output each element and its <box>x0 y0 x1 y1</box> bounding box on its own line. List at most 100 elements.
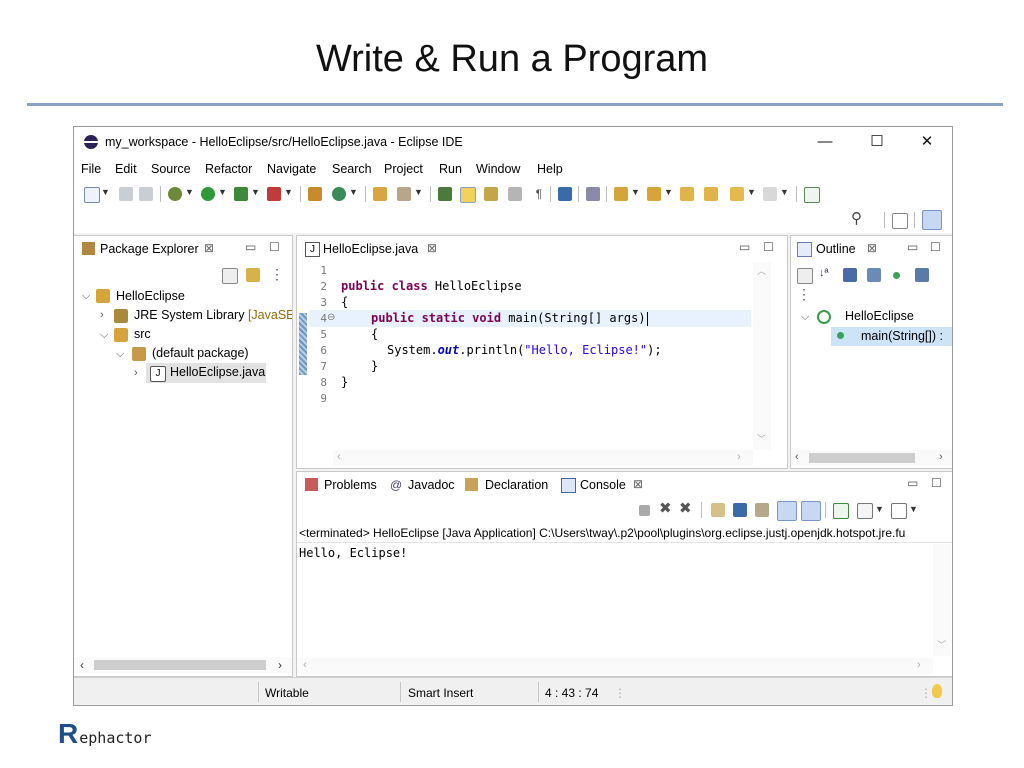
editor-tab[interactable]: HelloEclipse.java <box>323 242 418 256</box>
console-output[interactable]: Hello, Eclipse! <box>299 546 407 560</box>
link-with-editor-icon[interactable] <box>246 268 260 282</box>
display-console-icon[interactable] <box>857 503 873 519</box>
coverage-icon[interactable] <box>234 187 248 201</box>
maximize-button[interactable]: ☐ <box>862 132 892 152</box>
clear-console-icon[interactable] <box>711 503 725 517</box>
maximize-view-icon[interactable]: ☐ <box>930 240 941 254</box>
scroll-right-icon[interactable]: › <box>737 451 741 463</box>
menu-navigate[interactable]: Navigate <box>267 162 316 176</box>
next-annotation-dropdown-icon[interactable]: ▼ <box>631 187 640 197</box>
scroll-right-icon[interactable]: › <box>939 451 943 463</box>
horizontal-scrollbar[interactable]: ‹ › <box>791 450 952 466</box>
word-wrap-icon[interactable] <box>508 187 522 201</box>
close-icon[interactable]: ⊠ <box>633 477 643 491</box>
tree-project[interactable]: HelloEclipse <box>116 289 185 303</box>
minimize-view-icon[interactable]: ▭ <box>739 240 750 254</box>
open-type-icon[interactable] <box>373 187 387 201</box>
toggle-breadcrumb-icon[interactable] <box>558 187 572 201</box>
scroll-up-icon[interactable]: ︿ <box>757 264 766 277</box>
code-line-8[interactable]: } <box>341 375 348 389</box>
minimize-button[interactable]: — <box>810 132 840 152</box>
collapse-all-icon[interactable] <box>797 268 813 284</box>
vertical-scrollbar[interactable]: ﹀ <box>933 544 951 656</box>
previous-annotation-dropdown-icon[interactable]: ▼ <box>664 187 673 197</box>
back-dropdown-icon[interactable]: ▼ <box>747 187 756 197</box>
hide-local-types-icon[interactable] <box>915 268 929 282</box>
run-dropdown-icon[interactable]: ▼ <box>218 187 227 197</box>
run-icon[interactable] <box>201 187 215 201</box>
new-class-dropdown-icon[interactable]: ▼ <box>349 187 358 197</box>
scrollbar-thumb[interactable] <box>94 660 266 670</box>
save-icon[interactable] <box>119 187 133 201</box>
chevron-right-icon[interactable]: › <box>134 367 138 379</box>
chevron-down-icon[interactable]: ⌵ <box>100 329 108 342</box>
scroll-down-icon[interactable]: ﹀ <box>757 432 766 445</box>
terminate-icon[interactable] <box>639 505 650 516</box>
minimize-view-icon[interactable]: ▭ <box>907 476 918 490</box>
coverage-dropdown-icon[interactable]: ▼ <box>251 187 260 197</box>
chevron-down-icon[interactable]: ⌵ <box>116 348 124 361</box>
problems-tab[interactable]: Problems <box>324 478 377 492</box>
previous-annotation-icon[interactable] <box>647 187 661 201</box>
menu-edit[interactable]: Edit <box>115 162 137 176</box>
show-on-stderr-icon[interactable] <box>801 501 821 521</box>
search-icon[interactable]: ⚲ <box>851 211 867 227</box>
scroll-left-icon[interactable]: ‹ <box>303 659 307 671</box>
view-menu-icon[interactable]: ⋮ <box>797 286 811 302</box>
search-tool-icon[interactable] <box>397 187 411 201</box>
show-on-stdout-icon[interactable] <box>777 501 797 521</box>
open-console-icon[interactable] <box>891 503 907 519</box>
back-arrow-icon[interactable] <box>730 187 744 201</box>
word-wrap-icon[interactable] <box>755 503 769 517</box>
next-annotation-icon[interactable] <box>614 187 628 201</box>
tree-java-file[interactable]: HelloEclipse.java <box>170 365 265 379</box>
maximize-view-icon[interactable]: ☐ <box>269 240 280 254</box>
code-line-6[interactable]: System.out.println("Hello, Eclipse!"); <box>387 343 662 357</box>
console-tab[interactable]: Console <box>580 478 626 492</box>
block-selection-icon[interactable] <box>484 187 498 201</box>
collapse-all-icon[interactable] <box>222 268 238 284</box>
menu-project[interactable]: Project <box>384 162 423 176</box>
remove-launch-icon[interactable]: ✖ <box>659 501 673 516</box>
close-icon[interactable]: ⊠ <box>427 241 437 255</box>
scroll-lock-icon[interactable] <box>733 503 747 517</box>
code-line-3[interactable]: { <box>341 295 348 309</box>
show-whitespace-icon[interactable]: ¶ <box>532 187 546 201</box>
new-java-package-icon[interactable] <box>308 187 322 201</box>
menu-file[interactable]: File <box>81 162 101 176</box>
horizontal-scrollbar[interactable]: ‹ › <box>297 658 933 674</box>
lightbulb-icon[interactable] <box>932 684 942 698</box>
scroll-left-icon[interactable]: ‹ <box>795 451 799 463</box>
javadoc-tab[interactable]: Javadoc <box>408 478 455 492</box>
save-all-icon[interactable] <box>139 187 153 201</box>
declaration-tab[interactable]: Declaration <box>485 478 548 492</box>
vertical-scrollbar[interactable]: ︿ ﹀ <box>753 262 771 450</box>
open-perspective-icon[interactable] <box>892 213 908 229</box>
maximize-view-icon[interactable]: ☐ <box>763 240 774 254</box>
fold-icon[interactable]: ⊖ <box>327 312 335 323</box>
scroll-right-icon[interactable]: › <box>278 658 282 672</box>
external-tools-dropdown-icon[interactable]: ▼ <box>284 187 293 197</box>
tree-default-package[interactable]: (default package) <box>152 346 249 360</box>
view-menu-icon[interactable]: ⋮ <box>270 266 284 282</box>
mark-occurrences-icon[interactable] <box>460 187 476 203</box>
close-icon[interactable]: ⊠ <box>867 241 877 255</box>
tree-src[interactable]: src <box>134 327 151 341</box>
code-line-2[interactable]: public class HelloEclipse <box>341 279 522 293</box>
scroll-left-icon[interactable]: ‹ <box>80 658 84 672</box>
search-dropdown-icon[interactable]: ▼ <box>414 187 423 197</box>
java-perspective-icon[interactable] <box>922 210 942 230</box>
new-dropdown-icon[interactable]: ▼ <box>101 187 110 197</box>
chevron-down-icon[interactable]: ⌵ <box>82 290 90 303</box>
menu-search[interactable]: Search <box>332 162 372 176</box>
minimize-view-icon[interactable]: ▭ <box>907 240 918 254</box>
menu-source[interactable]: Source <box>151 162 191 176</box>
code-line-5[interactable]: { <box>371 327 378 341</box>
scrollbar-thumb[interactable] <box>809 453 915 463</box>
display-console-dropdown-icon[interactable]: ▼ <box>875 504 884 514</box>
maximize-view-icon[interactable]: ☐ <box>931 476 942 490</box>
menu-refactor[interactable]: Refactor <box>205 162 252 176</box>
hide-nonpublic-icon[interactable] <box>893 272 900 279</box>
forward-dropdown-icon[interactable]: ▼ <box>780 187 789 197</box>
pin-console-icon[interactable] <box>833 503 849 519</box>
